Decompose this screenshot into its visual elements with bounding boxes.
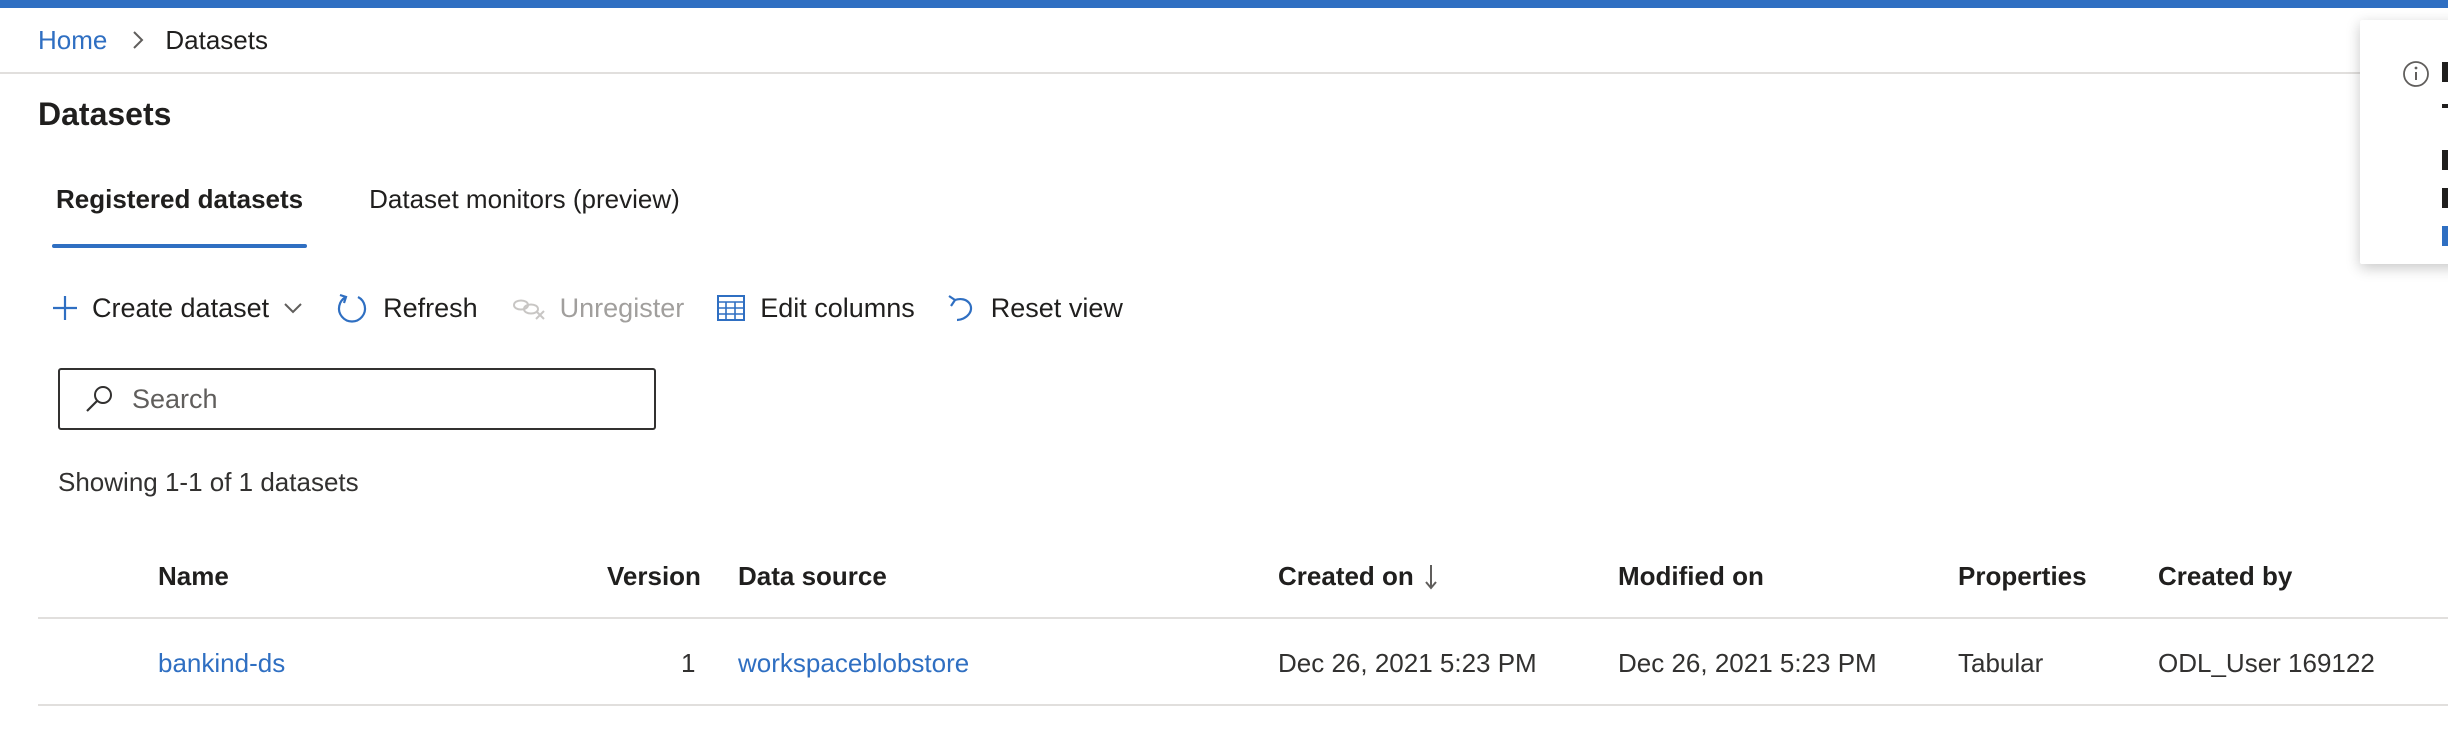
created-on-value: Dec 26, 2021 5:23 PM: [1278, 648, 1537, 678]
header-divider: [38, 617, 2448, 619]
created-by-value: ODL_User 169122: [2158, 648, 2375, 678]
breadcrumb: Home Datasets: [0, 8, 2448, 74]
info-icon: [2402, 60, 2430, 93]
created-on-label: Created on: [1278, 561, 1414, 591]
column-header-name[interactable]: Name: [158, 561, 229, 592]
undo-icon: [947, 292, 977, 324]
notification-toast[interactable]: [2360, 20, 2448, 264]
toast-link-fragment[interactable]: [2442, 226, 2448, 246]
chevron-right-icon: [131, 29, 145, 51]
toast-text-fragment: [2442, 188, 2448, 208]
dataset-name-link[interactable]: bankind-ds: [158, 648, 285, 679]
reset-view-label: Reset view: [990, 292, 1123, 323]
unregister-icon: [510, 295, 546, 321]
edit-columns-label: Edit columns: [760, 292, 915, 323]
refresh-icon: [335, 291, 369, 325]
result-count: Showing 1-1 of 1 datasets: [58, 467, 359, 497]
sort-down-icon: [1424, 563, 1438, 591]
unregister-button[interactable]: Unregister: [510, 292, 685, 324]
column-header-properties[interactable]: Properties: [1958, 561, 2087, 592]
column-header-version[interactable]: Version: [607, 561, 701, 592]
dataset-version: 1: [681, 648, 696, 678]
row-divider: [38, 704, 2448, 706]
plus-icon: [52, 295, 78, 321]
page-title: Datasets: [38, 96, 172, 132]
reset-view-button[interactable]: Reset view: [947, 292, 1123, 324]
breadcrumb-current: Datasets: [165, 24, 268, 55]
tab-bar: Registered datasets Dataset monitors (pr…: [51, 180, 680, 248]
tab-registered-datasets[interactable]: Registered datasets: [51, 180, 308, 248]
column-header-modified-on[interactable]: Modified on: [1618, 561, 1764, 592]
toast-text-fragment: [2442, 150, 2448, 170]
create-dataset-label: Create dataset: [92, 292, 270, 323]
table-icon: [716, 293, 746, 323]
refresh-label: Refresh: [383, 292, 478, 323]
properties-value: Tabular: [1958, 648, 2044, 678]
column-header-created-on[interactable]: Created on: [1278, 561, 1438, 592]
data-source-link[interactable]: workspaceblobstore: [738, 648, 969, 679]
toast-text-fragment: [2442, 104, 2448, 108]
toast-text-fragment: [2442, 62, 2448, 82]
create-dataset-button[interactable]: Create dataset: [52, 293, 303, 324]
breadcrumb-home-link[interactable]: Home: [38, 25, 107, 56]
top-accent-bar: [0, 0, 2448, 8]
modified-on-value: Dec 26, 2021 5:23 PM: [1618, 648, 1877, 678]
toolbar: Create dataset Refresh Unregister Edit c…: [52, 285, 1155, 331]
search-icon: [84, 384, 114, 414]
unregister-label: Unregister: [559, 292, 685, 323]
search-box[interactable]: [58, 368, 656, 430]
column-header-data-source[interactable]: Data source: [738, 561, 887, 592]
chevron-down-icon: [283, 302, 303, 314]
search-input[interactable]: [130, 382, 614, 416]
edit-columns-button[interactable]: Edit columns: [716, 293, 915, 324]
refresh-button[interactable]: Refresh: [335, 291, 478, 325]
column-header-created-by[interactable]: Created by: [2158, 561, 2292, 592]
tab-dataset-monitors[interactable]: Dataset monitors (preview): [369, 180, 680, 248]
